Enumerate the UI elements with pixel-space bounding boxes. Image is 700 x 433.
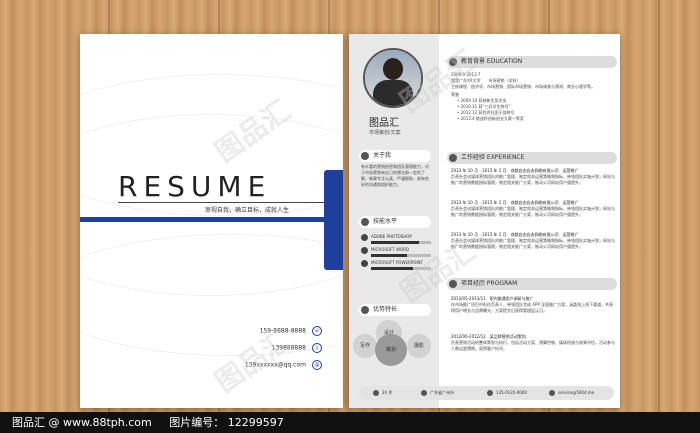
exp-role: 运营推广: [562, 232, 579, 237]
strength-circle: 策划: [375, 334, 407, 366]
program-date: 2012/06-2012/12: [451, 334, 486, 339]
site-info-bar: 图品汇 @ www.88tph.com 图片编号： 12299597: [0, 412, 700, 433]
award-text: 2009.10 获校新生奖学金: [460, 98, 507, 103]
skill-label: MICROSOFT WORD: [371, 247, 409, 252]
exp-company: 成都自由自由网络有限公司: [510, 200, 559, 205]
contact-footer: 24 岁 广东省广州市 135-0135-0000 service@500d.m…: [359, 386, 614, 400]
skill-fill: [371, 241, 419, 244]
cover-accent-block: [324, 170, 343, 270]
strength-circle: 写作: [353, 334, 377, 358]
about-text: 有丰富的营销经验和团队管理能力，对于市场营销有自己的想法和一定的了解，做事专注认…: [361, 164, 429, 187]
award-text: 2013.4 挑战杯创新创业大赛一等奖: [460, 116, 524, 121]
cover-divider: [118, 202, 328, 203]
phone-icon: ☏: [312, 326, 322, 336]
mobile-icon: ▯: [312, 343, 322, 353]
about-heading: 关于我: [359, 150, 431, 162]
site-name: 图品汇 @ www.88tph.com: [12, 416, 152, 429]
location-icon: [421, 390, 427, 396]
education-major: 市场营销（本科）: [488, 78, 521, 83]
program-entry: 2013/05-2013/11 职内推通用户调研与推广 在市场推广项目中担任负责…: [451, 296, 615, 314]
profile-subtitle: 市场策划/文案: [369, 130, 401, 136]
footer-email: service@500d.me: [549, 390, 594, 396]
details-column: 教育背景 EDUCATION 2009.9-2013.7 我是广东XX大学 市场…: [439, 34, 620, 408]
education-courses: 主修课程：经济学、市场营销、国际市场营销、市场调查与预测、商业心理学等。: [451, 84, 595, 89]
footer-phone-text: 135-0135-0000: [496, 390, 527, 395]
footer-age: 24 岁: [373, 390, 392, 396]
exp-company: 成都自由自由网络有限公司: [510, 232, 559, 237]
skill-dot-icon: [361, 247, 368, 254]
skill-item: ADOBE PHOTOSHOP: [361, 234, 431, 244]
exp-role: 运营推广: [562, 200, 579, 205]
program-heading: 项目经历 PROGRAM: [447, 278, 617, 290]
cover-tagline: 审视自我，确立目标，成就人生: [205, 207, 290, 214]
footer-age-text: 24 岁: [382, 390, 393, 395]
decor-swoosh: [80, 234, 343, 356]
resume-content-page: 图品汇 市场策划/文案 关于我 有丰富的营销经验和团队管理能力，对于市场营销有自…: [349, 34, 620, 408]
exp-desc: 负责社会化媒体营销团队的推广管理，制定相关运营策略和指标，带领团队实施计划；网站…: [451, 206, 615, 217]
footer-location: 广东省广州市: [421, 390, 454, 396]
strength-circle: 摄影: [407, 334, 431, 358]
exp-role: 运营推广: [562, 168, 579, 173]
image-id: 图片编号： 12299597: [169, 416, 284, 429]
experience-entry: 2013 年 10 月 - 2015 年 2 月 成都自由自由网络有限公司 运营…: [451, 168, 615, 186]
skills-heading-text: 技能水平: [373, 218, 398, 225]
program-desc: 在市场推广项目中担任负责人，带领团队完成 APP 全面推广方案，涵盖线上线下渠道…: [451, 302, 614, 313]
footer-phone: 135-0135-0000: [487, 390, 527, 396]
briefcase-icon: [449, 154, 457, 162]
skill-fill: [371, 254, 407, 257]
skill-dot-icon: [361, 260, 368, 267]
person-icon: [373, 390, 379, 396]
exp-desc: 负责社会化媒体营销团队的推广管理，制定相关运营策略和指标，带领团队实施计划；网站…: [451, 238, 615, 249]
profile-name: 图品汇: [369, 118, 399, 129]
cover-title: RESUME: [118, 170, 272, 203]
skill-dot-icon: [361, 234, 368, 241]
phone-icon: [487, 390, 493, 396]
award-text: 2010.11 获“三好学生称号”: [460, 104, 511, 109]
footer-location-text: 广东省广州市: [430, 390, 454, 395]
email-icon: @: [312, 360, 322, 370]
strengths-heading-text: 优势特长: [373, 306, 398, 313]
experience-heading-text: 工作经验 EXPERIENCE: [461, 154, 525, 161]
award-item: • 2013.4 挑战杯创新创业大赛一等奖: [457, 116, 524, 121]
star-icon: [361, 306, 369, 314]
program-desc: 负责营销活动的整体策划与执行，包括活动方案、预算控制、媒体投放与效果评估，活动参…: [451, 340, 615, 351]
about-heading-text: 关于我: [373, 152, 392, 159]
skills-heading: 技能水平: [359, 216, 431, 228]
experience-entry: 2013 年 10 月 - 2015 年 2 月 成都自由自由网络有限公司 运营…: [451, 232, 615, 250]
program-entry: 2012/06-2012/12 某品牌营销活动策划 负责营销活动的整体策划与执行…: [451, 334, 615, 352]
program-date: 2013/05-2013/11: [451, 296, 486, 301]
experience-heading: 工作经验 EXPERIENCE: [447, 152, 617, 164]
skill-label: ADOBE PHOTOSHOP: [371, 234, 412, 239]
exp-company: 成都自由自由网络有限公司: [510, 168, 559, 173]
program-title: 职内推通用户调研与推广: [489, 296, 534, 301]
program-title: 某品牌营销活动策划: [489, 334, 526, 339]
cover-accent-bar: [80, 217, 330, 222]
skills-icon: [361, 218, 369, 226]
skill-bar: [371, 241, 431, 244]
award-text: 2012.12 获优秀社团干部称号: [460, 110, 515, 115]
exp-date: 2013 年 10 月 - 2015 年 2 月: [451, 168, 507, 173]
footer-email-text: service@500d.me: [558, 390, 595, 395]
experience-entry: 2013 年 10 月 - 2015 年 2 月 成都自由自由网络有限公司 运营…: [451, 200, 615, 218]
education-entry: 2009.9-2013.7 我是广东XX大学 市场营销（本科） 主修课程：经济学…: [451, 72, 615, 122]
exp-desc: 负责社会化媒体营销团队的推广管理，制定相关运营策略和指标，带领团队实施计划；网站…: [451, 174, 615, 185]
user-icon: [361, 152, 369, 160]
program-heading-text: 项目经历 PROGRAM: [461, 280, 518, 287]
email-icon: [549, 390, 555, 396]
exp-date: 2013 年 10 月 - 2015 年 2 月: [451, 200, 507, 205]
